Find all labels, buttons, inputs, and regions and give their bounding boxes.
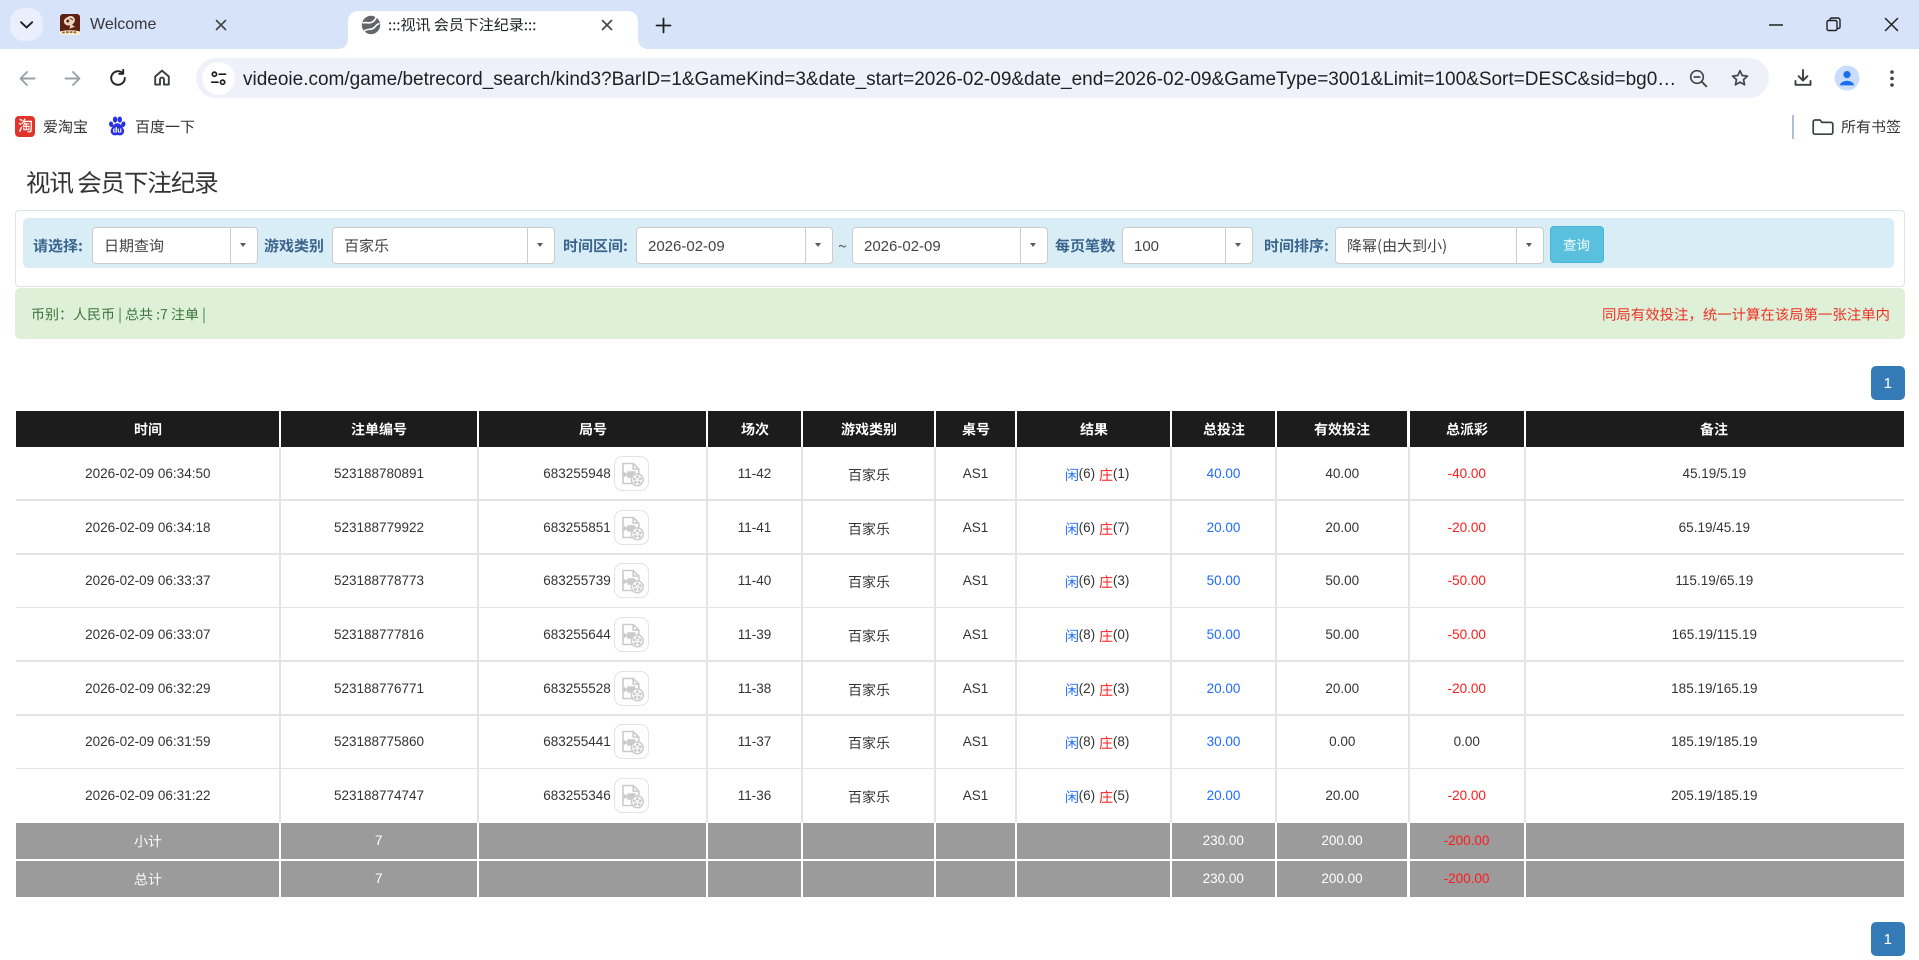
svg-text:du: du [113, 126, 123, 135]
